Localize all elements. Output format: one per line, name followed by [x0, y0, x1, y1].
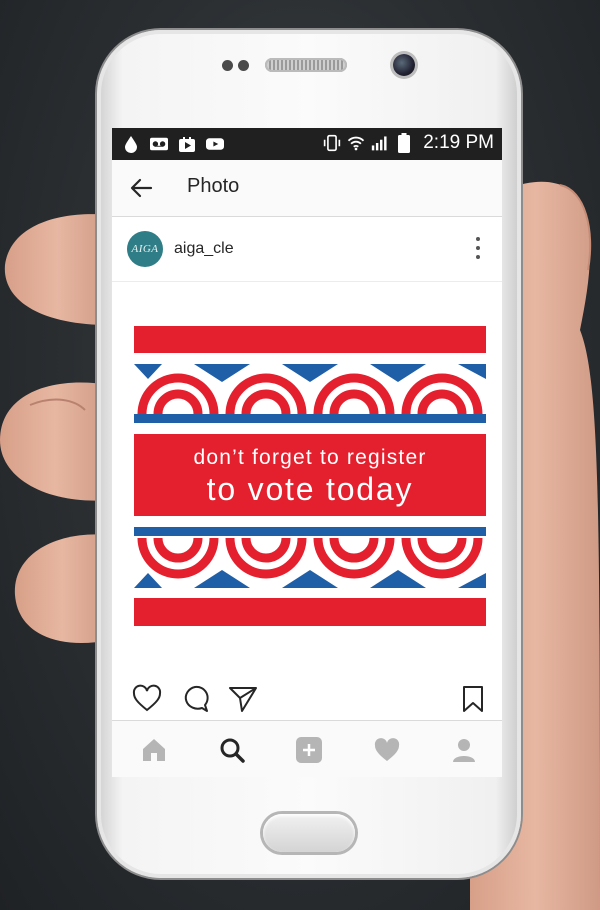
share-icon[interactable]: [228, 684, 258, 714]
avatar[interactable]: AIGA: [127, 231, 163, 267]
phone-screen: 2:19 PM Photo AIGA aiga_cle don’t forget…: [112, 128, 502, 777]
post-header: AIGA aiga_cle: [112, 217, 502, 282]
drop-icon: [122, 135, 140, 153]
play-store-icon: [178, 135, 196, 153]
bottom-nav: [112, 720, 502, 777]
wifi-icon: [347, 134, 365, 152]
signal-icon: [371, 134, 389, 152]
proximity-sensor: [222, 60, 233, 71]
page-title: Photo: [187, 175, 240, 197]
more-options-icon[interactable]: [476, 237, 480, 259]
post-image-line2: to vote today: [207, 471, 414, 507]
youtube-icon: [206, 135, 224, 153]
comment-icon[interactable]: [180, 684, 210, 714]
clock: 2:19 PM: [423, 132, 494, 153]
bookmark-icon[interactable]: [458, 684, 488, 714]
avatar-logo-text: AIGA: [131, 243, 159, 255]
post-actions: [112, 680, 502, 716]
voicemail-icon: [150, 135, 168, 153]
earpiece-speaker: [265, 58, 347, 72]
add-icon[interactable]: [295, 736, 323, 764]
post-image[interactable]: don’t forget to register to vote today: [134, 326, 486, 626]
activity-icon[interactable]: [373, 736, 401, 764]
home-button[interactable]: [263, 814, 355, 852]
top-app-bar: Photo: [112, 160, 502, 217]
home-icon[interactable]: [140, 736, 168, 764]
search-icon[interactable]: [218, 736, 246, 764]
status-bar: 2:19 PM: [112, 128, 502, 160]
post-image-line1: don’t forget to register: [193, 446, 426, 469]
like-icon[interactable]: [132, 684, 162, 714]
vibrate-icon: [323, 134, 341, 152]
light-sensor: [238, 60, 249, 71]
post-username[interactable]: aiga_cle: [174, 240, 234, 258]
back-arrow-icon[interactable]: [130, 176, 154, 200]
battery-icon: [395, 133, 413, 153]
front-camera: [393, 54, 415, 76]
profile-icon[interactable]: [450, 736, 478, 764]
